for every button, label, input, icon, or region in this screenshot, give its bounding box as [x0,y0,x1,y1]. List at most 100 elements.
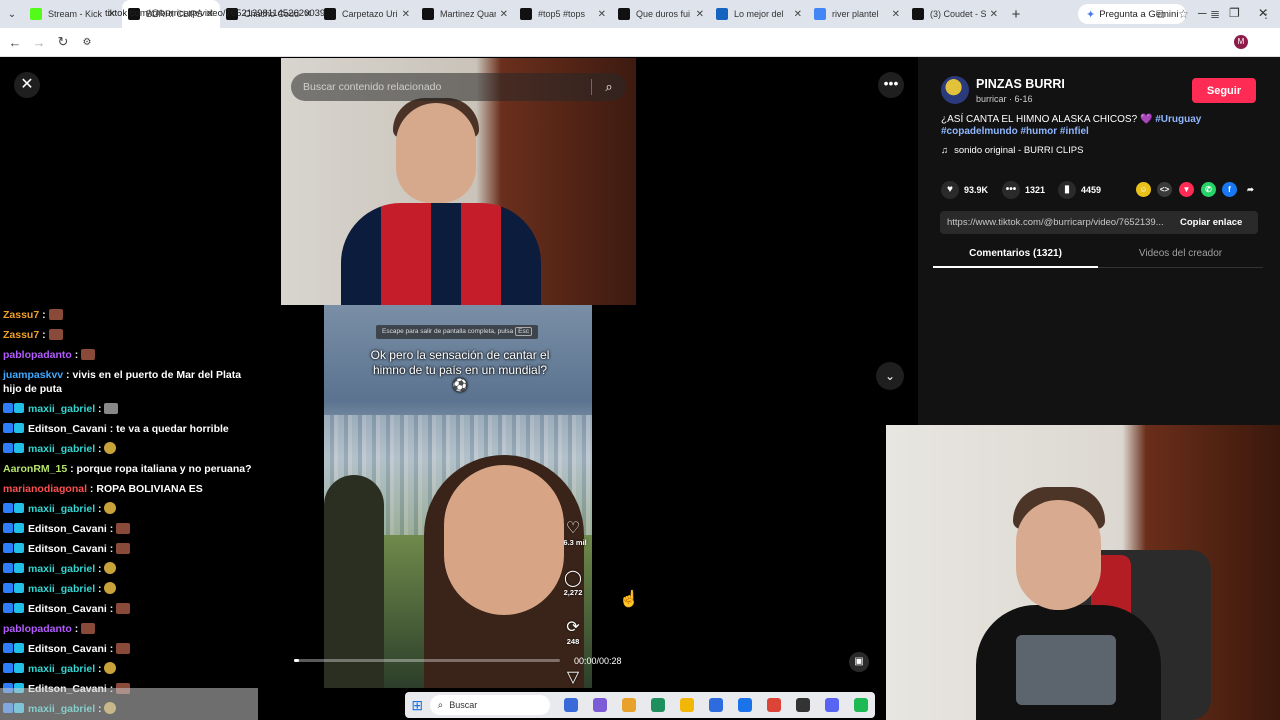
profile-avatar[interactable]: M [1234,35,1248,49]
chat-username[interactable]: maxii_gabriel [28,503,95,515]
tab-close-icon[interactable]: ✕ [696,9,704,20]
chat-message: marianodiagonal : ROPA BOLIVIANA ES [0,479,258,499]
chat-emote-icon [116,543,131,554]
more-options-button[interactable]: ••• [878,72,904,98]
chat-username[interactable]: Editson_Cavani [28,543,107,555]
send-to-friends-icon[interactable]: ▼ [1179,182,1194,197]
translate-icon[interactable]: ⧉ [1156,7,1165,22]
bookmark-star-icon[interactable]: ☆ [1178,7,1189,21]
whatsapp-icon[interactable]: ✆ [1201,182,1216,197]
share-arrow-icon[interactable]: ➦ [1243,182,1258,197]
search-icon[interactable]: ⌕ [592,79,626,95]
embed-icon[interactable]: <> [1157,182,1172,197]
restore-button[interactable]: ❐ [1229,6,1240,20]
tab-close-icon[interactable]: ✕ [892,9,900,20]
gemini-button[interactable]: ✦ Pregunta a Gemini [1078,4,1187,24]
chat-username[interactable]: Editson_Cavani [28,423,107,435]
media-control-icon[interactable]: ≣ [1210,7,1220,21]
site-info-icon[interactable]: ⚙ [75,37,99,48]
taskbar-app-icon[interactable] [672,695,701,715]
browser-tab[interactable]: river plantel ✕ [808,0,906,28]
emoji-share-icon[interactable]: ☺ [1136,182,1151,197]
related-search-input[interactable] [291,81,591,93]
tab-close-icon[interactable]: ✕ [794,9,802,20]
browser-tab[interactable]: Martinez Quar ✕ [416,0,514,28]
hashtag-uruguay[interactable]: #Uruguay [1155,114,1201,125]
copy-link-button[interactable]: Copiar enlace [1180,217,1242,228]
taskbar-app-icon[interactable] [759,695,788,715]
taskbar-app-icon[interactable] [556,695,585,715]
hashtag-infiel[interactable]: #infiel [1060,126,1089,137]
chat-username[interactable]: Editson_Cavani [28,643,107,655]
back-button[interactable]: ← [3,35,27,50]
taskbar-app-icon[interactable] [846,695,875,715]
chat-username[interactable]: maxii_gabriel [28,583,95,595]
tab-comments[interactable]: Comentarios (1321) [933,248,1098,259]
reload-button[interactable]: ↻ [51,34,75,50]
taskbar-app-icon[interactable] [643,695,672,715]
mini-player-button[interactable]: ▣ [849,652,869,672]
webcam-person-shirt [341,203,541,305]
chat-username[interactable]: AaronRM_15 [3,463,67,475]
music-info[interactable]: ♫ sonido original - BURRI CLIPS [941,145,1083,156]
browser-tab[interactable]: (3) Coudet - S ✕ [906,0,1004,28]
new-tab-button[interactable]: + [1004,6,1028,23]
tab-close-icon[interactable]: ✕ [990,9,998,20]
chat-username[interactable]: maxii_gabriel [28,663,95,675]
tab-close-icon[interactable]: ✕ [500,9,508,20]
follow-button[interactable]: Seguir [1192,78,1256,103]
chat-username[interactable]: marianodiagonal [3,483,87,495]
comment-stat[interactable]: ••• 1321 [1002,181,1045,199]
taskbar-search[interactable]: ⌕ Buscar [429,695,550,715]
chat-message: Zassu7 : [0,305,258,325]
taskbar-app-icon[interactable] [701,695,730,715]
browser-tab[interactable]: Que duros fui ✕ [612,0,710,28]
app-glyph-icon [621,698,636,712]
minimize-button[interactable]: ─ [1198,6,1207,20]
creator-avatar[interactable] [941,76,969,104]
video-link[interactable]: https://www.tiktok.com/@burricarp/video/… [947,217,1173,228]
video-comment-action[interactable]: ◯ 2,272 [556,570,590,597]
chat-separator: : [106,603,117,615]
chat-username[interactable]: pablopadanto [3,623,72,635]
tab-close-icon[interactable]: ✕ [402,9,410,20]
hashtag-copadelmundo[interactable]: #copadelmundo [941,126,1018,137]
taskbar-app-icon[interactable] [788,695,817,715]
chat-username[interactable]: maxii_gabriel [28,443,95,455]
close-video-button[interactable]: ✕ [14,72,40,98]
facebook-icon[interactable]: f [1222,182,1237,197]
windows-start-icon[interactable]: ⊞ [405,697,430,714]
url-field[interactable]: tiktok.com/@burricarp/video/765213981145… [105,8,325,19]
chat-username[interactable]: juampaskvv [3,369,63,381]
like-stat[interactable]: ♥ 93.9K [941,181,988,199]
browser-tab[interactable]: Lo mejor del ✕ [710,0,808,28]
video-repost-action[interactable]: ⟳ 248 [556,619,590,646]
chat-username[interactable]: Zassu7 [3,329,39,341]
browser-tab[interactable]: Carpetazo Uri ✕ [318,0,416,28]
creator-name[interactable]: PINZAS BURRI [976,77,1065,91]
hashtag-humor[interactable]: #humor [1020,126,1057,137]
chat-username[interactable]: maxii_gabriel [28,563,95,575]
video-share-action[interactable]: ▽ [556,669,590,687]
video-progress-bar[interactable] [294,659,560,662]
taskbar-app-icon[interactable] [817,695,846,715]
chat-username[interactable]: Editson_Cavani [28,603,107,615]
taskbar-app-icon[interactable] [585,695,614,715]
chat-username[interactable]: pablopadanto [3,349,72,361]
forward-button[interactable]: → [27,35,51,50]
chat-message: maxii_gabriel : [0,659,258,679]
chat-username[interactable]: Editson_Cavani [28,523,107,535]
tab-list-button[interactable]: ⌄ [0,9,24,20]
tab-close-icon[interactable]: ✕ [598,9,606,20]
chat-separator: : [106,523,117,535]
next-video-button[interactable]: ⌄ [876,362,904,390]
save-stat[interactable]: ▮ 4459 [1058,181,1101,199]
taskbar-app-icon[interactable] [730,695,759,715]
chat-username[interactable]: Zassu7 [3,309,39,321]
tab-creator-videos[interactable]: Videos del creador [1098,248,1263,259]
taskbar-app-icon[interactable] [614,695,643,715]
browser-tab[interactable]: #top5 #tops ✕ [514,0,612,28]
chat-username[interactable]: maxii_gabriel [28,403,95,415]
menu-icon[interactable]: ⋮ [1260,7,1272,21]
tab-title: Que duros fui [636,9,691,19]
